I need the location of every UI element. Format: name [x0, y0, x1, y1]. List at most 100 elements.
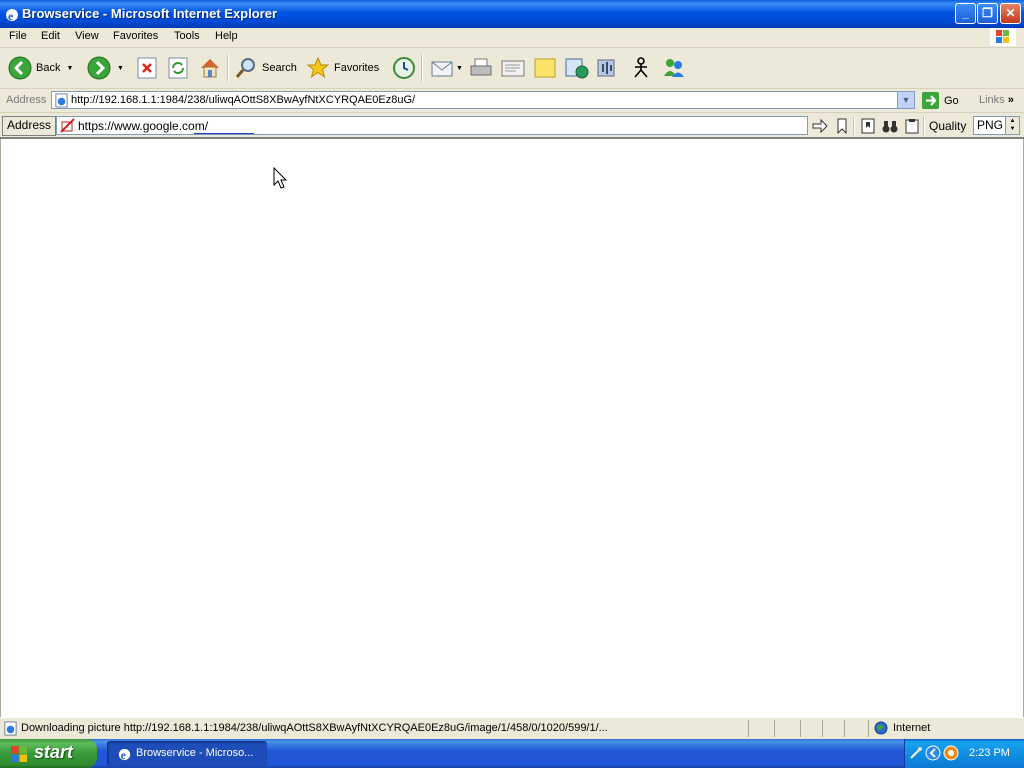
- page-content[interactable]: [0, 139, 1024, 717]
- media-icon: [597, 59, 615, 77]
- url-underline: [194, 133, 254, 134]
- go-button[interactable]: Go: [922, 92, 959, 109]
- minimize-button[interactable]: _: [955, 3, 976, 24]
- mail-icon: [431, 61, 453, 77]
- menu-view[interactable]: View: [75, 30, 99, 42]
- status-bar: Downloading picture http://192.168.1.1:1…: [0, 717, 1024, 740]
- menu-file[interactable]: File: [9, 30, 27, 42]
- menu-help[interactable]: Help: [215, 30, 238, 42]
- back-dropdown-icon[interactable]: ▼: [66, 65, 73, 72]
- quality-spinner-icon[interactable]: ▲ ▼: [1005, 117, 1019, 134]
- go-arrow-outline-icon[interactable]: [812, 118, 828, 134]
- page-loading-icon: [4, 721, 17, 736]
- status-cell: [844, 720, 845, 737]
- address-dropdown-icon[interactable]: ▼: [897, 92, 914, 108]
- restore-button[interactable]: ❐: [977, 3, 998, 24]
- menu-favorites[interactable]: Favorites: [113, 30, 158, 42]
- standard-toolbar: Back ▼ ▼ Search Favorites ▼: [0, 48, 1024, 89]
- find-binoculars-icon[interactable]: [882, 118, 898, 134]
- status-cell: [868, 720, 869, 737]
- stop-button[interactable]: [136, 54, 158, 82]
- windows-logo-icon: [11, 746, 27, 762]
- go-arrow-icon: [922, 92, 939, 109]
- windows-flag-icon: [990, 28, 1016, 46]
- start-button[interactable]: start: [0, 739, 97, 768]
- browservice-address-label: Address: [2, 116, 57, 136]
- menu-tools[interactable]: Tools: [174, 30, 200, 42]
- clock: 2:23 PM: [969, 747, 1010, 759]
- address-label: Address: [6, 94, 47, 106]
- history-icon: [393, 57, 415, 79]
- update-tray-icon[interactable]: [943, 745, 959, 761]
- ie-logo-icon: e: [6, 9, 18, 22]
- page-icon: [55, 93, 68, 108]
- edit-button[interactable]: [500, 54, 526, 82]
- browservice-toolbar: Address https://www.google.com/ Quality …: [0, 113, 1024, 139]
- user-button[interactable]: [629, 54, 653, 82]
- browservice-address-input[interactable]: https://www.google.com/: [56, 116, 808, 135]
- system-tray: 2:23 PM: [904, 739, 1024, 768]
- status-cell: [748, 720, 749, 737]
- toolbar-separator: [227, 54, 229, 82]
- zone-label: Internet: [893, 722, 931, 734]
- home-icon: [201, 59, 219, 78]
- links-toolbar[interactable]: Links »: [979, 94, 1014, 106]
- messenger-button[interactable]: [564, 54, 590, 82]
- discuss-button[interactable]: [533, 54, 557, 82]
- msn-messenger-button[interactable]: [661, 54, 687, 82]
- history-button[interactable]: [391, 54, 417, 82]
- ie-address-input[interactable]: http://192.168.1.1:1984/238/uliwqAOttS8X…: [51, 91, 915, 109]
- stop-icon: [137, 57, 157, 79]
- search-label: Search: [262, 62, 297, 74]
- forward-arrow-icon: [87, 56, 111, 80]
- globe-icon: [874, 721, 888, 735]
- search-button[interactable]: Search: [234, 54, 297, 82]
- ie-url-text: http://192.168.1.1:1984/238/uliwqAOttS8X…: [71, 94, 416, 106]
- print-button[interactable]: [469, 54, 493, 82]
- media-button[interactable]: [595, 54, 619, 82]
- title-bar[interactable]: e Browservice - Microsoft Internet Explo…: [0, 0, 1024, 28]
- favorites-button[interactable]: Favorites: [306, 54, 379, 82]
- quality-value: PNG: [977, 118, 1004, 132]
- insecure-icon: [60, 118, 75, 133]
- status-cell: [800, 720, 801, 737]
- svg-text:e: e: [8, 9, 14, 22]
- mouse-cursor-icon: [273, 167, 288, 189]
- note-icon: [534, 58, 556, 78]
- status-text: Downloading picture http://192.168.1.1:1…: [21, 722, 608, 734]
- taskbar: start e Browservice - Microso... 2:23 PM: [0, 739, 1024, 768]
- menu-edit[interactable]: Edit: [41, 30, 60, 42]
- start-label: start: [34, 742, 74, 762]
- bookmarks-list-icon[interactable]: [860, 118, 876, 134]
- toolbar-separator: [421, 54, 423, 82]
- back-button[interactable]: Back ▼: [8, 54, 73, 82]
- refresh-button[interactable]: [167, 54, 189, 82]
- security-zone[interactable]: Internet: [874, 721, 930, 735]
- mail-button[interactable]: ▼: [430, 54, 463, 82]
- network-tool-icon[interactable]: [909, 746, 923, 760]
- quality-selector[interactable]: PNG ▲ ▼: [973, 116, 1020, 135]
- back-arrow-icon: [8, 56, 32, 80]
- bookmark-icon[interactable]: [834, 118, 850, 134]
- toolbar-separator: [853, 117, 855, 135]
- mail-dropdown-icon[interactable]: ▼: [456, 65, 463, 72]
- status-cell: [822, 720, 823, 737]
- close-button[interactable]: ✕: [1000, 3, 1021, 24]
- svg-text:e: e: [121, 750, 126, 761]
- back-tray-icon[interactable]: [925, 745, 941, 761]
- print-icon: [470, 58, 492, 76]
- status-cell: [774, 720, 775, 737]
- person-icon: [634, 57, 648, 78]
- search-icon: [235, 58, 255, 78]
- edit-page-icon: [501, 60, 525, 77]
- home-button[interactable]: [198, 54, 222, 82]
- forward-button[interactable]: ▼: [87, 54, 124, 82]
- clipboard-icon[interactable]: [904, 118, 920, 134]
- forward-dropdown-icon[interactable]: ▼: [117, 65, 124, 72]
- ie-address-bar: Address http://192.168.1.1:1984/238/uliw…: [0, 89, 1024, 113]
- back-label: Back: [36, 62, 61, 74]
- favorites-star-icon: [306, 56, 330, 79]
- refresh-icon: [168, 57, 188, 79]
- browservice-url-text: https://www.google.com/: [78, 119, 209, 133]
- taskbar-item-browservice[interactable]: e Browservice - Microso...: [107, 741, 267, 766]
